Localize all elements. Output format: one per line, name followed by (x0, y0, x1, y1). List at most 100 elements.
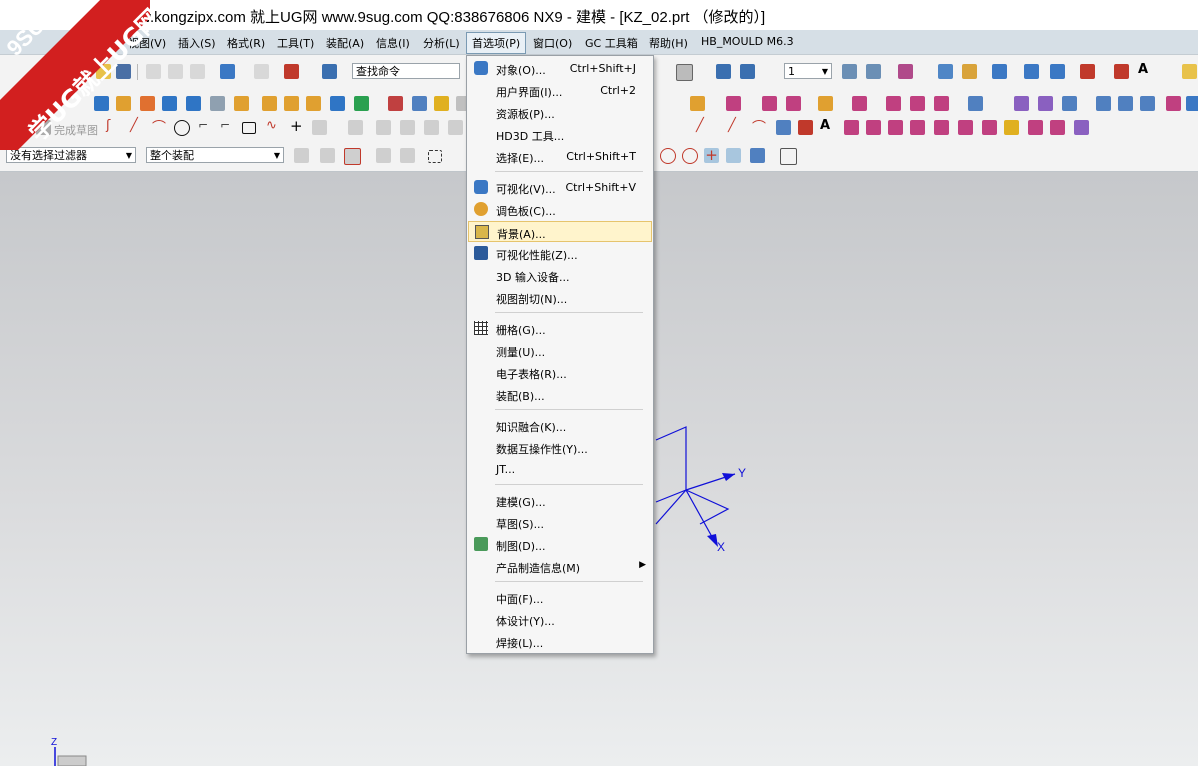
menu-info[interactable]: 信息(I) (373, 34, 413, 52)
menu-item-measure[interactable]: 测量(U)... (468, 340, 652, 361)
rectangle-icon[interactable] (242, 122, 256, 134)
swept-icon[interactable] (1038, 96, 1053, 111)
profile-icon[interactable]: ʃ (106, 118, 121, 133)
menu-item-view-section[interactable]: 视图剖切(N)... (468, 287, 652, 308)
layer-dropdown[interactable]: 1 ▼ (784, 63, 832, 79)
pull-face-icon[interactable] (886, 96, 901, 111)
quick-extend-icon[interactable] (400, 120, 415, 135)
intersect-curve-icon[interactable] (934, 120, 949, 135)
menu-item-background[interactable]: 背景(A)... (468, 221, 652, 242)
helix-icon[interactable] (776, 120, 791, 135)
offset-region-icon[interactable] (852, 96, 867, 111)
general-select-icon[interactable] (320, 148, 335, 163)
quick-trim-icon[interactable] (376, 120, 391, 135)
text-curve-icon[interactable]: A (820, 118, 835, 133)
menu-item-data-interoperability[interactable]: 数据互操作性(Y)... (468, 437, 652, 458)
cut-icon[interactable] (146, 64, 161, 79)
law-curve-icon[interactable] (798, 120, 813, 135)
thicken-icon[interactable] (1186, 96, 1198, 111)
edge-blend-icon[interactable] (210, 96, 225, 111)
menu-item-knowledge-fusion[interactable]: 知识融合(K)... (468, 415, 652, 436)
arc-curve-icon[interactable]: ⌒ (752, 117, 767, 136)
dimension-icon[interactable] (1080, 64, 1095, 79)
menu-insert[interactable]: 插入(S) (175, 34, 219, 52)
point-on-face-icon[interactable] (750, 148, 765, 163)
text-icon[interactable]: A (1138, 62, 1153, 77)
hole-icon[interactable] (140, 96, 155, 111)
synchronous-icon[interactable] (690, 96, 705, 111)
orient-view-icon[interactable] (716, 64, 731, 79)
line-icon[interactable]: ╱ (130, 118, 145, 133)
menu-item-visualization[interactable]: 可视化(V)... Ctrl+Shift+V (468, 177, 652, 198)
extract-curve-icon[interactable] (982, 120, 997, 135)
arc-icon[interactable]: ⌒ (152, 117, 167, 136)
paste-icon[interactable] (190, 64, 205, 79)
pattern-curve-icon[interactable] (348, 120, 363, 135)
draft-icon[interactable] (434, 96, 449, 111)
save-icon[interactable] (116, 64, 131, 79)
open-icon[interactable] (96, 64, 111, 79)
spline-icon[interactable]: ∿ (266, 118, 281, 133)
through-curves-icon[interactable] (1014, 96, 1029, 111)
mirror-face-icon[interactable] (934, 96, 949, 111)
menu-item-pmi[interactable]: 产品制造信息(M) ▶ (468, 556, 652, 577)
revolve-icon[interactable] (116, 96, 131, 111)
menu-item-user-interface[interactable]: 用户界面(I)... Ctrl+2 (468, 80, 652, 101)
rectangle-select-icon[interactable] (428, 150, 442, 163)
replace-face-icon[interactable] (786, 96, 801, 111)
menu-item-body-design[interactable]: 体设计(Y)... (468, 609, 652, 630)
chamfer-icon[interactable] (234, 96, 249, 111)
select-all-icon[interactable] (294, 148, 309, 163)
menu-item-selection[interactable]: 选择(E)... Ctrl+Shift+T (468, 146, 652, 167)
offset-3d-icon[interactable] (844, 120, 859, 135)
redo-icon[interactable] (254, 64, 269, 79)
smooth-spline-icon[interactable] (1074, 120, 1089, 135)
layer-settings-icon[interactable] (842, 64, 857, 79)
menu-tools[interactable]: 工具(T) (274, 34, 317, 52)
menu-assembly[interactable]: 装配(A) (323, 34, 367, 52)
selection-filter-dropdown[interactable]: 没有选择过滤器 ▼ (6, 147, 136, 163)
menu-gc-toolbox[interactable]: GC 工具箱 (582, 34, 641, 52)
trim-curve-icon[interactable] (1004, 120, 1019, 135)
shell-icon[interactable] (330, 96, 345, 111)
section-curve-icon[interactable] (958, 120, 973, 135)
menu-window[interactable]: 窗口(O) (530, 34, 575, 52)
sew-icon[interactable] (1166, 96, 1181, 111)
fillet-icon[interactable]: ⌐ (198, 118, 213, 133)
menu-format[interactable]: 格式(R) (224, 34, 268, 52)
quadrant-point-icon[interactable] (682, 148, 698, 164)
display-icon[interactable] (962, 64, 977, 79)
divide-curve-icon[interactable] (1028, 120, 1043, 135)
snap-point-icon[interactable] (344, 148, 361, 165)
center-point-icon[interactable] (660, 148, 676, 164)
menu-item-midsurface[interactable]: 中面(F)... (468, 587, 652, 608)
pattern-icon[interactable] (354, 96, 369, 111)
move-face-icon[interactable] (726, 96, 741, 111)
menu-item-palette[interactable]: 调色板(C)... (468, 199, 652, 220)
finish-sketch-icon[interactable] (36, 120, 51, 135)
ruler-icon[interactable] (1114, 64, 1129, 79)
bridge-curve-icon[interactable] (866, 120, 881, 135)
command-finder-icon[interactable] (322, 64, 337, 79)
unite-icon[interactable] (262, 96, 277, 111)
ruled-icon[interactable] (1062, 96, 1077, 111)
menu-item-drafting[interactable]: 制图(D)... (468, 534, 652, 555)
curve-rule-icon[interactable] (376, 148, 391, 163)
extrude-icon[interactable] (94, 96, 109, 111)
line-curve-icon[interactable]: ╱ (696, 118, 711, 133)
menu-item-jt[interactable]: JT... (468, 459, 652, 480)
edit-length-icon[interactable] (1050, 120, 1065, 135)
menu-view[interactable]: 视图(V) (125, 34, 169, 52)
menu-analysis[interactable]: 分析(L) (420, 34, 463, 52)
studio-surface-icon[interactable] (1096, 96, 1111, 111)
pattern-face-icon[interactable] (910, 96, 925, 111)
offset-curve-icon[interactable] (312, 120, 327, 135)
constraints-icon[interactable] (448, 120, 463, 135)
snap-icon[interactable] (938, 64, 953, 79)
project-curve-icon[interactable] (910, 120, 925, 135)
analysis-icon[interactable] (1024, 64, 1039, 79)
menu-item-sketch[interactable]: 草图(S)... (468, 512, 652, 533)
mirror-icon[interactable] (388, 96, 403, 111)
menu-help[interactable]: 帮助(H) (646, 34, 691, 52)
intersect-icon[interactable] (306, 96, 321, 111)
